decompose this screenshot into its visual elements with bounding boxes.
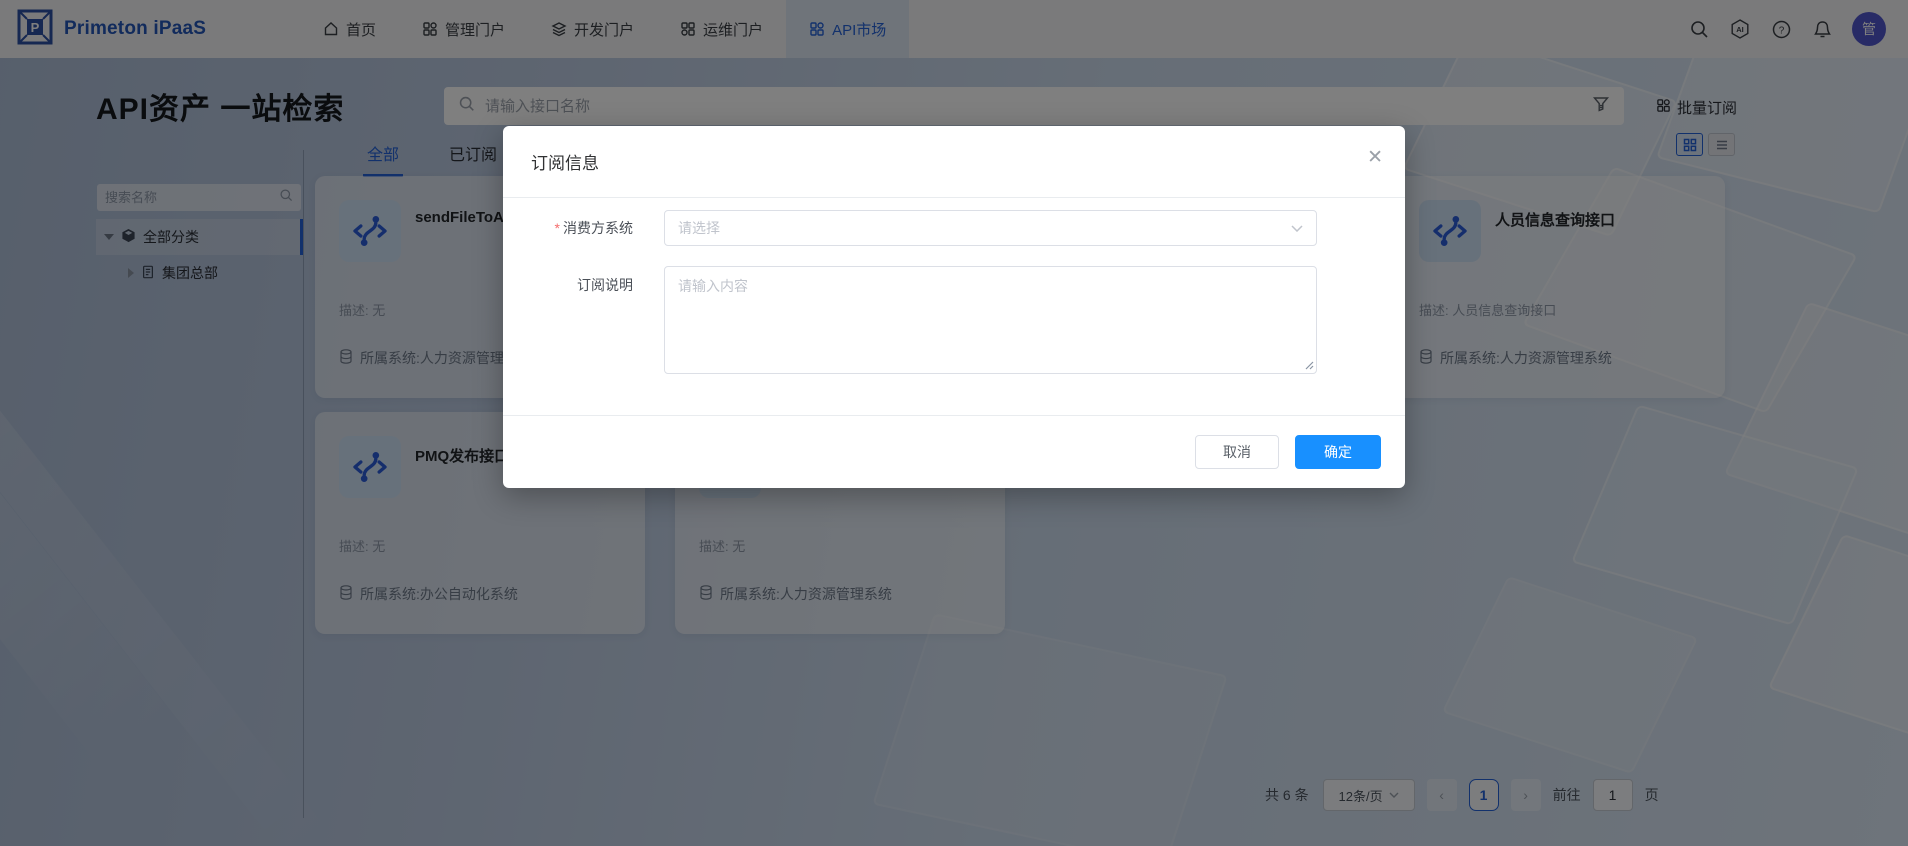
modal-footer: 取消 确定: [503, 415, 1405, 488]
api-market-page: P Primeton iPaaS 首页 管理门户: [0, 0, 1908, 846]
close-icon[interactable]: ✕: [1367, 148, 1383, 167]
chevron-down-icon: [1291, 224, 1303, 232]
cancel-button[interactable]: 取消: [1195, 435, 1279, 469]
consumer-system-row: * 消费方系统 请选择: [503, 210, 1405, 246]
required-asterisk: *: [554, 220, 560, 236]
modal-header: 订阅信息 ✕: [503, 126, 1405, 198]
consumer-system-select[interactable]: 请选择: [664, 210, 1317, 246]
subscription-note-row: 订阅说明: [503, 266, 1405, 379]
select-placeholder: 请选择: [678, 220, 720, 236]
confirm-button[interactable]: 确定: [1295, 435, 1381, 469]
subscription-note-textarea[interactable]: [664, 266, 1317, 374]
subscription-note-label: 订阅说明: [577, 277, 633, 293]
subscription-modal: 订阅信息 ✕ * 消费方系统 请选择 订阅说明 请输入内容 取消 确定: [503, 126, 1405, 488]
modal-title: 订阅信息: [531, 154, 599, 173]
consumer-system-label: * 消费方系统: [554, 220, 633, 236]
